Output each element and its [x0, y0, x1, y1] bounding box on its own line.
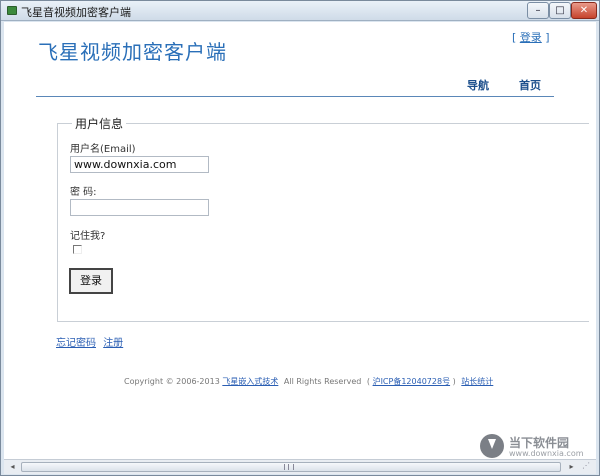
username-label: 用户名(Email): [70, 144, 136, 155]
download-arrow-icon: [480, 434, 504, 458]
grip-icon: [284, 464, 294, 470]
remember-checkbox[interactable]: [73, 245, 82, 254]
minimize-button[interactable]: –: [527, 2, 549, 19]
footer-copyright: Copyright © 2006-2013: [124, 377, 220, 386]
footer-rights: All Rights Reserved: [283, 377, 362, 386]
forgot-password-link[interactable]: 忘记密码: [56, 338, 96, 349]
scrollbar-thumb[interactable]: [21, 462, 561, 472]
fieldset-legend: 用户信息: [75, 117, 124, 131]
remember-label: 记住我?: [70, 231, 106, 242]
username-input[interactable]: www.downxia.com: [70, 156, 209, 173]
footer-stats-link[interactable]: 站长统计: [461, 377, 493, 386]
top-login: [ 登录 ]: [512, 29, 550, 45]
login-button[interactable]: 登录: [69, 268, 113, 294]
icp-close: ): [452, 377, 456, 386]
user-info-fieldset: 用户信息: [57, 115, 589, 322]
footer-icp-link[interactable]: 沪ICP备12040728号: [373, 377, 451, 386]
nav-guide[interactable]: 导航: [467, 77, 489, 93]
password-input[interactable]: [70, 199, 209, 216]
window-title: 飞星音视频加密客户端: [21, 6, 131, 19]
icp-open: (: [366, 377, 371, 386]
watermark-url: www.downxia.com: [509, 449, 584, 458]
chevron-right-icon[interactable]: ▸: [564, 461, 579, 473]
watermark: 当下软件园 www.downxia.com: [480, 434, 594, 459]
password-label: 密 码:: [70, 187, 97, 198]
page-content: 飞星视频加密客户端 [ 登录 ] 导航 首页 用户信息 用户名(Email) w…: [4, 22, 596, 459]
bracket-close: ]: [545, 31, 550, 44]
header-divider: [36, 96, 554, 97]
nav-home[interactable]: 首页: [519, 77, 541, 93]
title-bar[interactable]: 飞星音视频加密客户端 – □ ✕: [1, 1, 599, 21]
footer: Copyright © 2006-2013 飞星嵌入式技术 All Rights…: [124, 376, 496, 387]
resize-grip-icon[interactable]: ⋰: [582, 461, 594, 473]
brand-title: 飞星视频加密客户端: [38, 40, 227, 64]
account-links: 忘记密码 注册: [56, 334, 127, 349]
top-login-link[interactable]: 登录: [520, 31, 542, 44]
bracket-open: [: [512, 31, 517, 44]
register-link[interactable]: 注册: [103, 338, 123, 349]
maximize-button[interactable]: □: [549, 2, 571, 19]
chevron-left-icon[interactable]: ◂: [5, 461, 20, 473]
footer-company-link[interactable]: 飞星嵌入式技术: [222, 377, 278, 386]
app-icon: [7, 6, 17, 15]
horizontal-scrollbar[interactable]: ◂ ▸ ⋰: [4, 459, 596, 474]
app-window: 飞星音视频加密客户端 – □ ✕ 飞星视频加密客户端 [ 登录 ] 导航 首页 …: [0, 0, 600, 476]
close-button[interactable]: ✕: [571, 2, 597, 19]
